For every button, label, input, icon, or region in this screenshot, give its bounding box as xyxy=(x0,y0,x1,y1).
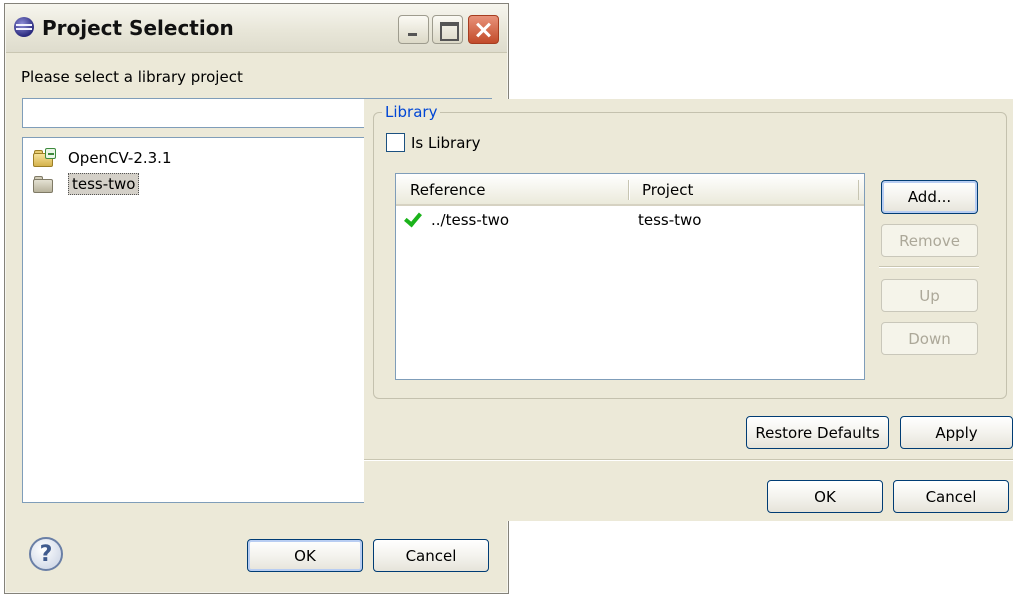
cancel-button[interactable]: Cancel xyxy=(893,480,1009,513)
project-name: OpenCV-2.3.1 xyxy=(68,149,172,167)
library-group: Library Is Library Reference Project ../… xyxy=(373,103,1007,399)
project-cell: tess-two xyxy=(638,211,702,229)
panel-divider xyxy=(364,459,1013,461)
is-library-checkbox[interactable] xyxy=(386,133,405,152)
closed-project-icon xyxy=(33,174,57,194)
column-divider[interactable] xyxy=(628,180,630,200)
dialog-title: Project Selection xyxy=(42,16,234,40)
library-group-label: Library xyxy=(382,103,441,121)
checkmark-icon xyxy=(404,208,422,228)
is-library-row[interactable]: Is Library xyxy=(386,133,480,152)
cancel-button[interactable]: Cancel xyxy=(373,539,489,572)
project-name: tess-two xyxy=(68,173,140,195)
library-reference-table[interactable]: Reference Project ../tess-two tess-two xyxy=(395,173,865,380)
column-header-reference[interactable]: Reference xyxy=(410,181,486,199)
open-android-project-icon xyxy=(33,148,57,168)
library-properties-panel: Library Is Library Reference Project ../… xyxy=(364,99,1013,521)
restore-defaults-button[interactable]: Restore Defaults xyxy=(746,416,889,449)
down-button[interactable]: Down xyxy=(881,322,978,355)
button-separator xyxy=(879,266,979,268)
column-header-project[interactable]: Project xyxy=(642,181,693,199)
ok-button[interactable]: OK xyxy=(767,480,883,513)
add-button[interactable]: Add... xyxy=(881,180,978,214)
title-bar[interactable]: Project Selection xyxy=(6,5,507,53)
minimize-icon[interactable] xyxy=(398,15,429,44)
column-divider[interactable] xyxy=(858,180,860,200)
eclipse-app-icon xyxy=(14,17,34,37)
project-item-tess-two[interactable]: tess-two xyxy=(33,172,140,196)
apply-button[interactable]: Apply xyxy=(900,416,1013,449)
close-icon[interactable] xyxy=(468,15,499,44)
up-button[interactable]: Up xyxy=(881,279,978,312)
is-library-label: Is Library xyxy=(411,133,481,152)
ok-button[interactable]: OK xyxy=(247,539,363,572)
table-row[interactable]: ../tess-two tess-two xyxy=(396,208,864,234)
maximize-icon[interactable] xyxy=(432,15,463,44)
project-item-opencv[interactable]: OpenCV-2.3.1 xyxy=(33,146,172,170)
remove-button[interactable]: Remove xyxy=(881,224,978,257)
help-icon[interactable]: ? xyxy=(29,537,63,571)
select-prompt: Please select a library project xyxy=(21,68,243,86)
reference-cell: ../tess-two xyxy=(431,211,510,229)
table-header: Reference Project xyxy=(396,174,864,206)
